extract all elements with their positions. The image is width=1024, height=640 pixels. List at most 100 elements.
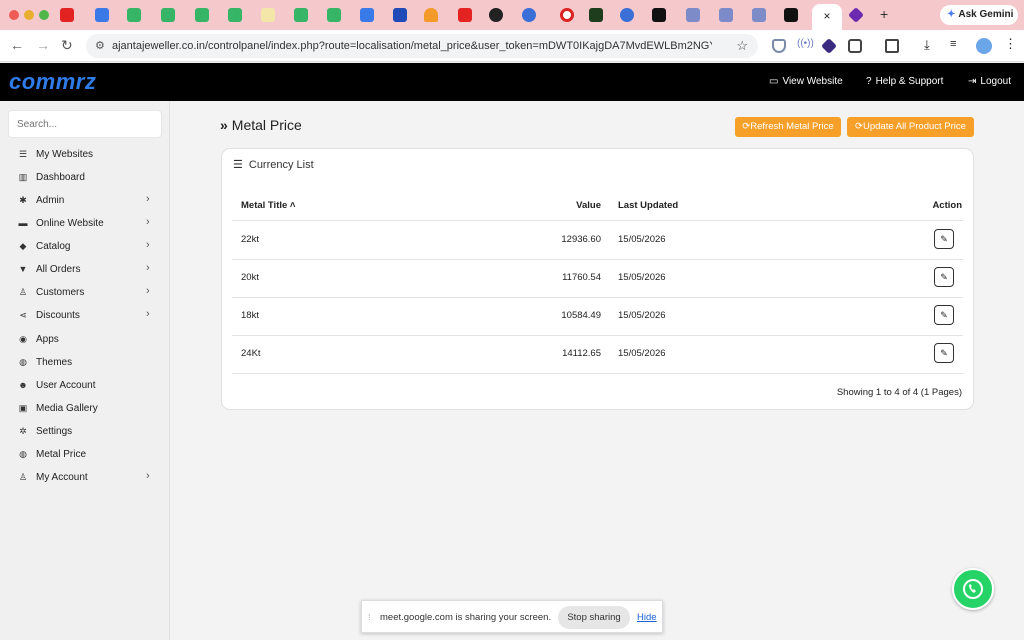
pagination-info: Showing 1 to 4 of 4 (1 Pages) — [836, 387, 962, 398]
double-chevron-icon: » — [220, 117, 228, 133]
column-header-last-updated[interactable]: Last Updated — [618, 200, 678, 211]
info-tab-icon[interactable] — [393, 8, 407, 22]
last-updated-cell: 15/05/2026 — [618, 272, 666, 283]
sidebar-search-input[interactable] — [8, 110, 162, 138]
app-tab-icon[interactable] — [686, 8, 700, 22]
reload-icon[interactable]: ↻ — [61, 37, 73, 54]
logo[interactable]: commrz — [9, 69, 96, 95]
site-info-icon[interactable]: ⚙ — [95, 39, 107, 52]
refresh-metal-price-button[interactable]: ⟳Refresh Metal Price — [735, 117, 841, 137]
whatsapp-chat-icon[interactable] — [952, 568, 994, 610]
url-text[interactable]: ajantajeweller.co.in/controlpanel/index.… — [112, 40, 712, 52]
sidebar-item-dashboard[interactable]: ▥ Dashboard — [0, 168, 170, 188]
terminal-tab-icon[interactable] — [589, 8, 603, 22]
drag-handle-icon[interactable]: ⁞ — [368, 612, 371, 622]
update-all-product-price-button[interactable]: ⟳Update All Product Price — [847, 117, 974, 137]
gem-tab-icon[interactable] — [848, 7, 864, 23]
download-icon[interactable]: ⤓ — [924, 37, 938, 52]
column-header-metal-title[interactable]: Metal Title ˄ — [241, 200, 295, 211]
sidebar-item-my-websites[interactable]: ☰ My Websites — [0, 145, 170, 165]
youtube-tab-icon[interactable] — [60, 8, 74, 22]
app-tab-icon[interactable] — [752, 8, 766, 22]
sidebar-item-online-website[interactable]: ▬ Online Website › — [0, 214, 170, 234]
close-window-dot[interactable] — [9, 10, 19, 20]
maximize-window-dot[interactable] — [39, 10, 49, 20]
phone-icon — [963, 579, 983, 599]
app-tab-icon[interactable] — [719, 8, 733, 22]
active-tab-close-icon[interactable]: × — [812, 4, 842, 30]
sidebar-item-user-account[interactable]: ☻ User Account — [0, 376, 170, 396]
sidebar: ☰ My Websites ▥ Dashboard ✱ Admin › ▬ Online … — [0, 101, 170, 640]
edit-pencil-icon[interactable]: ✎ — [934, 267, 954, 287]
forward-arrow-icon[interactable]: → — [36, 37, 50, 53]
sheet-tab-icon[interactable] — [228, 8, 242, 22]
sidebar-item-settings[interactable]: ✲ Settings — [0, 422, 170, 442]
address-bar: ← → ↻ ⚙ ajantajeweller.co.in/controlpane… — [0, 30, 1024, 62]
cloud-tab-icon[interactable] — [424, 8, 438, 22]
users-icon: ☻ — [18, 380, 28, 390]
value-cell: 12936.60 — [561, 234, 601, 245]
logout-link[interactable]: ⇥ Logout — [968, 76, 1011, 87]
user-icon: ♙ — [18, 287, 28, 297]
github-tab-icon[interactable] — [489, 8, 503, 22]
tab-search-icon[interactable] — [885, 39, 899, 53]
sidebar-item-apps[interactable]: ◉ Apps — [0, 330, 170, 350]
help-support-link[interactable]: ? Help & Support — [866, 76, 943, 87]
app-tab-icon[interactable] — [95, 8, 109, 22]
gemini-spark-icon: ✦ — [947, 9, 956, 20]
url-field[interactable]: ⚙ ajantajeweller.co.in/controlpanel/inde… — [86, 34, 758, 58]
table-row: 18kt 10584.49 15/05/2026 ✎ — [232, 297, 963, 335]
app-tab-icon[interactable] — [784, 8, 798, 22]
ask-gemini-button[interactable]: ✦ Ask Gemini — [940, 5, 1018, 25]
column-header-value[interactable]: Value — [576, 200, 601, 211]
menu-kebab-icon[interactable]: ⋮ — [1004, 36, 1018, 51]
youtube-tab-icon[interactable] — [458, 8, 472, 22]
puzzle-extension-icon[interactable] — [848, 39, 862, 53]
diamond-extension-icon[interactable] — [821, 38, 837, 54]
media-control-icon[interactable]: ≡ — [950, 38, 964, 52]
app-tab-icon[interactable] — [522, 8, 536, 22]
sidebar-item-all-orders[interactable]: ▼ All Orders › — [0, 260, 170, 280]
sidebar-item-my-account[interactable]: ♙ My Account › — [0, 468, 170, 488]
minimize-window-dot[interactable] — [24, 10, 34, 20]
sidebar-item-catalog[interactable]: ◆ Catalog › — [0, 237, 170, 257]
sidebar-item-discounts[interactable]: ⋖ Discounts › — [0, 306, 170, 326]
sidebar-item-admin[interactable]: ✱ Admin › — [0, 191, 170, 211]
last-updated-cell: 15/05/2026 — [618, 234, 666, 245]
sheet-tab-icon[interactable] — [195, 8, 209, 22]
app-tab-icon[interactable] — [620, 8, 634, 22]
view-website-link[interactable]: ▭ View Website — [769, 76, 843, 87]
shield-extension-icon[interactable] — [772, 39, 786, 53]
sheet-tab-icon[interactable] — [294, 8, 308, 22]
image-icon: ▣ — [18, 403, 28, 413]
doc-tab-icon[interactable] — [261, 8, 275, 22]
record-tab-icon[interactable] — [560, 8, 574, 22]
cart-icon: ▼ — [18, 264, 28, 274]
hide-link[interactable]: Hide — [637, 612, 657, 623]
logout-icon: ⇥ — [968, 76, 977, 87]
app-tab-icon[interactable] — [360, 8, 374, 22]
bookmark-star-icon[interactable]: ☆ — [736, 38, 748, 54]
sheet-tab-icon[interactable] — [127, 8, 141, 22]
sheet-tab-icon[interactable] — [327, 8, 341, 22]
sidebar-item-themes[interactable]: ◍ Themes — [0, 353, 170, 373]
browser-tab-strip: × + ✦ Ask Gemini — [0, 0, 1024, 30]
sidebar-item-label: Discounts — [36, 310, 80, 321]
globe-icon: ◍ — [19, 449, 27, 459]
sidebar-item-customers[interactable]: ♙ Customers › — [0, 283, 170, 303]
new-tab-button[interactable]: + — [880, 6, 888, 22]
edit-pencil-icon[interactable]: ✎ — [934, 343, 954, 363]
screen-sharing-bar: ⁞ meet.google.com is sharing your screen… — [361, 600, 663, 633]
nit-tab-icon[interactable] — [652, 8, 666, 22]
profile-avatar-icon[interactable] — [976, 38, 992, 54]
sidebar-item-metal-price[interactable]: ◍ Metal Price — [0, 445, 170, 465]
edit-pencil-icon[interactable]: ✎ — [934, 305, 954, 325]
sheet-tab-icon[interactable] — [161, 8, 175, 22]
stop-sharing-button[interactable]: Stop sharing — [558, 606, 630, 629]
update-all-label: Update All Product Price — [862, 121, 966, 132]
edit-pencil-icon[interactable]: ✎ — [934, 229, 954, 249]
broadcast-extension-icon[interactable]: ((•)) — [797, 38, 814, 52]
sidebar-item-media-gallery[interactable]: ▣ Media Gallery — [0, 399, 170, 419]
back-arrow-icon[interactable]: ← — [10, 37, 24, 53]
sidebar-item-label: My Websites — [36, 149, 94, 160]
